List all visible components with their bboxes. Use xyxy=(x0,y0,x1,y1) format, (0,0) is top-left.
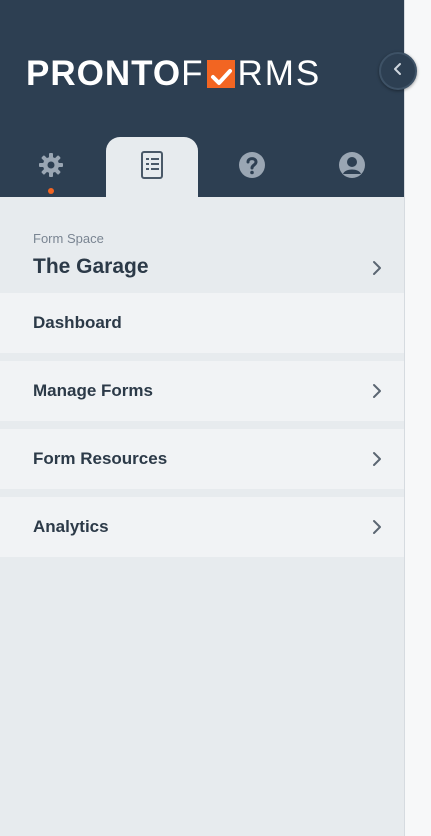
sidebar-header: PRONTO F RMS xyxy=(0,0,404,197)
help-icon xyxy=(238,151,266,184)
tab-forms[interactable] xyxy=(106,137,198,197)
menu-item-label: Dashboard xyxy=(33,313,122,332)
chevron-right-icon xyxy=(373,384,381,398)
menu-item-analytics[interactable]: Analytics xyxy=(0,497,404,557)
collapse-sidebar-button[interactable] xyxy=(379,52,417,90)
logo-check-icon xyxy=(207,60,236,88)
chevron-left-icon xyxy=(391,62,405,81)
chevron-right-icon xyxy=(373,520,381,534)
tab-help[interactable] xyxy=(206,137,298,197)
logo-text-bold: PRONTO xyxy=(26,54,182,93)
menu-item-label: Form Resources xyxy=(33,449,168,468)
prontoforms-logo: PRONTO F RMS xyxy=(26,54,321,94)
logo-text-f: F xyxy=(181,54,205,93)
logo-text-rest: RMS xyxy=(237,54,322,93)
form-space-label: Form Space xyxy=(33,231,104,246)
tab-settings[interactable] xyxy=(5,137,97,197)
chevron-right-icon xyxy=(373,261,381,275)
menu-item-label: Analytics xyxy=(33,517,109,536)
menu-item-dashboard[interactable]: Dashboard xyxy=(0,293,404,353)
sidebar: PRONTO F RMS Form Space The Garage Dashb… xyxy=(0,0,405,836)
menu-item-form-resources[interactable]: Form Resources xyxy=(0,429,404,489)
menu-item-manage-forms[interactable]: Manage Forms xyxy=(0,361,404,421)
tab-profile[interactable] xyxy=(306,137,398,197)
menu-item-label: Manage Forms xyxy=(33,381,153,400)
form-space-name: The Garage xyxy=(33,255,149,278)
sidebar-content: Form Space The Garage Dashboard Manage F… xyxy=(0,197,404,565)
chevron-right-icon xyxy=(373,452,381,466)
gear-icon xyxy=(37,151,65,184)
form-list-icon xyxy=(139,151,165,184)
settings-indicator-dot xyxy=(48,188,54,194)
form-space-selector[interactable]: Form Space The Garage xyxy=(0,197,404,293)
user-icon xyxy=(338,151,366,184)
